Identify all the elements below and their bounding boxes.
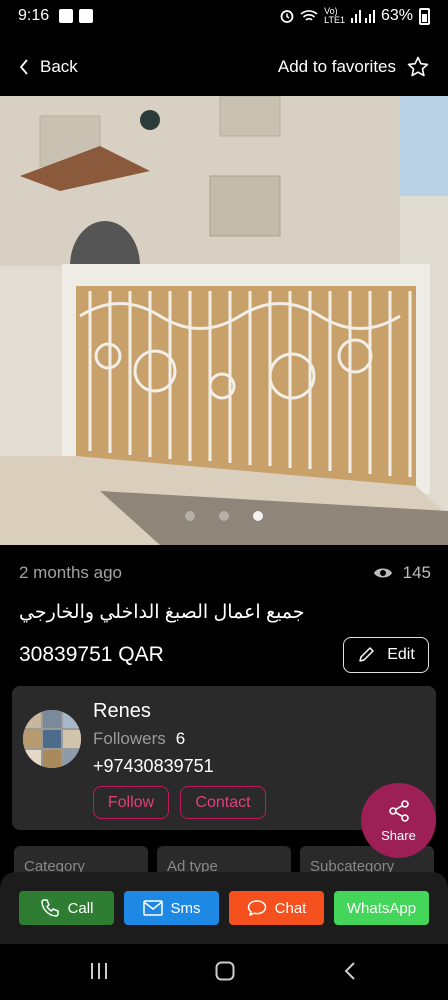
- listing-meta: 2 months ago 145: [19, 563, 431, 583]
- back-nav-icon[interactable]: [340, 960, 362, 982]
- pencil-icon: [359, 647, 374, 662]
- contact-actions-bar: Call Sms Chat WhatsApp: [0, 872, 448, 944]
- share-label: Share: [381, 827, 416, 843]
- envelope-icon: [142, 900, 163, 916]
- alarm-icon: [280, 10, 294, 23]
- status-right: Vo) LTE1 63%: [280, 7, 430, 25]
- gallery-pagination: [0, 511, 448, 521]
- avatar-image: [23, 710, 81, 768]
- home-icon[interactable]: [214, 960, 236, 982]
- posted-time: 2 months ago: [19, 563, 123, 582]
- status-time: 9:16: [18, 7, 50, 24]
- seller-phone[interactable]: +97430839751: [93, 756, 214, 777]
- signal-icon: [350, 10, 375, 23]
- top-bar: Back Add to favorites: [0, 40, 448, 94]
- followers-count: 6: [175, 729, 186, 748]
- recent-apps-icon[interactable]: [88, 960, 110, 982]
- view-count: 145: [373, 563, 431, 583]
- battery-icon: [419, 7, 430, 25]
- listing-price: 30839751 QAR: [19, 643, 164, 666]
- system-nav-bar: [0, 944, 448, 1000]
- share-button[interactable]: Share: [361, 783, 436, 858]
- gallery-dot[interactable]: [219, 511, 229, 521]
- chevron-left-icon: [19, 59, 28, 75]
- seller-avatar[interactable]: [23, 710, 81, 768]
- eye-icon: [373, 568, 392, 578]
- whatsapp-label: WhatsApp: [346, 899, 417, 917]
- sms-label: Sms: [170, 899, 201, 917]
- chat-button[interactable]: Chat: [229, 891, 324, 925]
- listing-photo[interactable]: [0, 96, 448, 545]
- followers: Followers 6: [93, 729, 185, 749]
- share-icon: [388, 799, 409, 822]
- add-to-favorites-button[interactable]: Add to favorites: [278, 55, 430, 79]
- chat-bubble-icon: [247, 900, 266, 916]
- follow-button[interactable]: Follow: [93, 786, 169, 819]
- views-value: 145: [402, 563, 431, 582]
- gallery-notification-icon: [59, 9, 74, 23]
- call-label: Call: [67, 899, 94, 917]
- listing-title: جميع اعمال الصبغ الداخلي والخارجي: [19, 602, 305, 623]
- edit-button[interactable]: Edit: [343, 637, 429, 673]
- call-button[interactable]: Call: [19, 891, 114, 925]
- followers-label: Followers: [93, 729, 166, 748]
- volte-icon: Vo) LTE1: [324, 6, 345, 25]
- back-label: Back: [40, 57, 78, 76]
- back-button[interactable]: Back: [18, 57, 78, 77]
- seller-name[interactable]: Renes: [93, 700, 151, 723]
- battery-percent: 63%: [380, 7, 413, 24]
- edit-label: Edit: [387, 646, 415, 663]
- sms-button[interactable]: Sms: [124, 891, 219, 925]
- chat-label: Chat: [274, 899, 307, 917]
- star-icon: [407, 56, 429, 77]
- gate-photo: [0, 96, 448, 545]
- whatsapp-button[interactable]: WhatsApp: [334, 891, 429, 925]
- favorites-label: Add to favorites: [277, 57, 396, 76]
- gallery-dot-active[interactable]: [253, 511, 263, 521]
- gallery-dot[interactable]: [185, 511, 195, 521]
- wifi-icon: [300, 10, 318, 21]
- contact-button[interactable]: Contact: [180, 786, 266, 819]
- status-bar: 9:16 Vo) LTE1 63%: [0, 0, 448, 32]
- check-notification-icon: [79, 9, 94, 23]
- phone-icon: [40, 899, 59, 917]
